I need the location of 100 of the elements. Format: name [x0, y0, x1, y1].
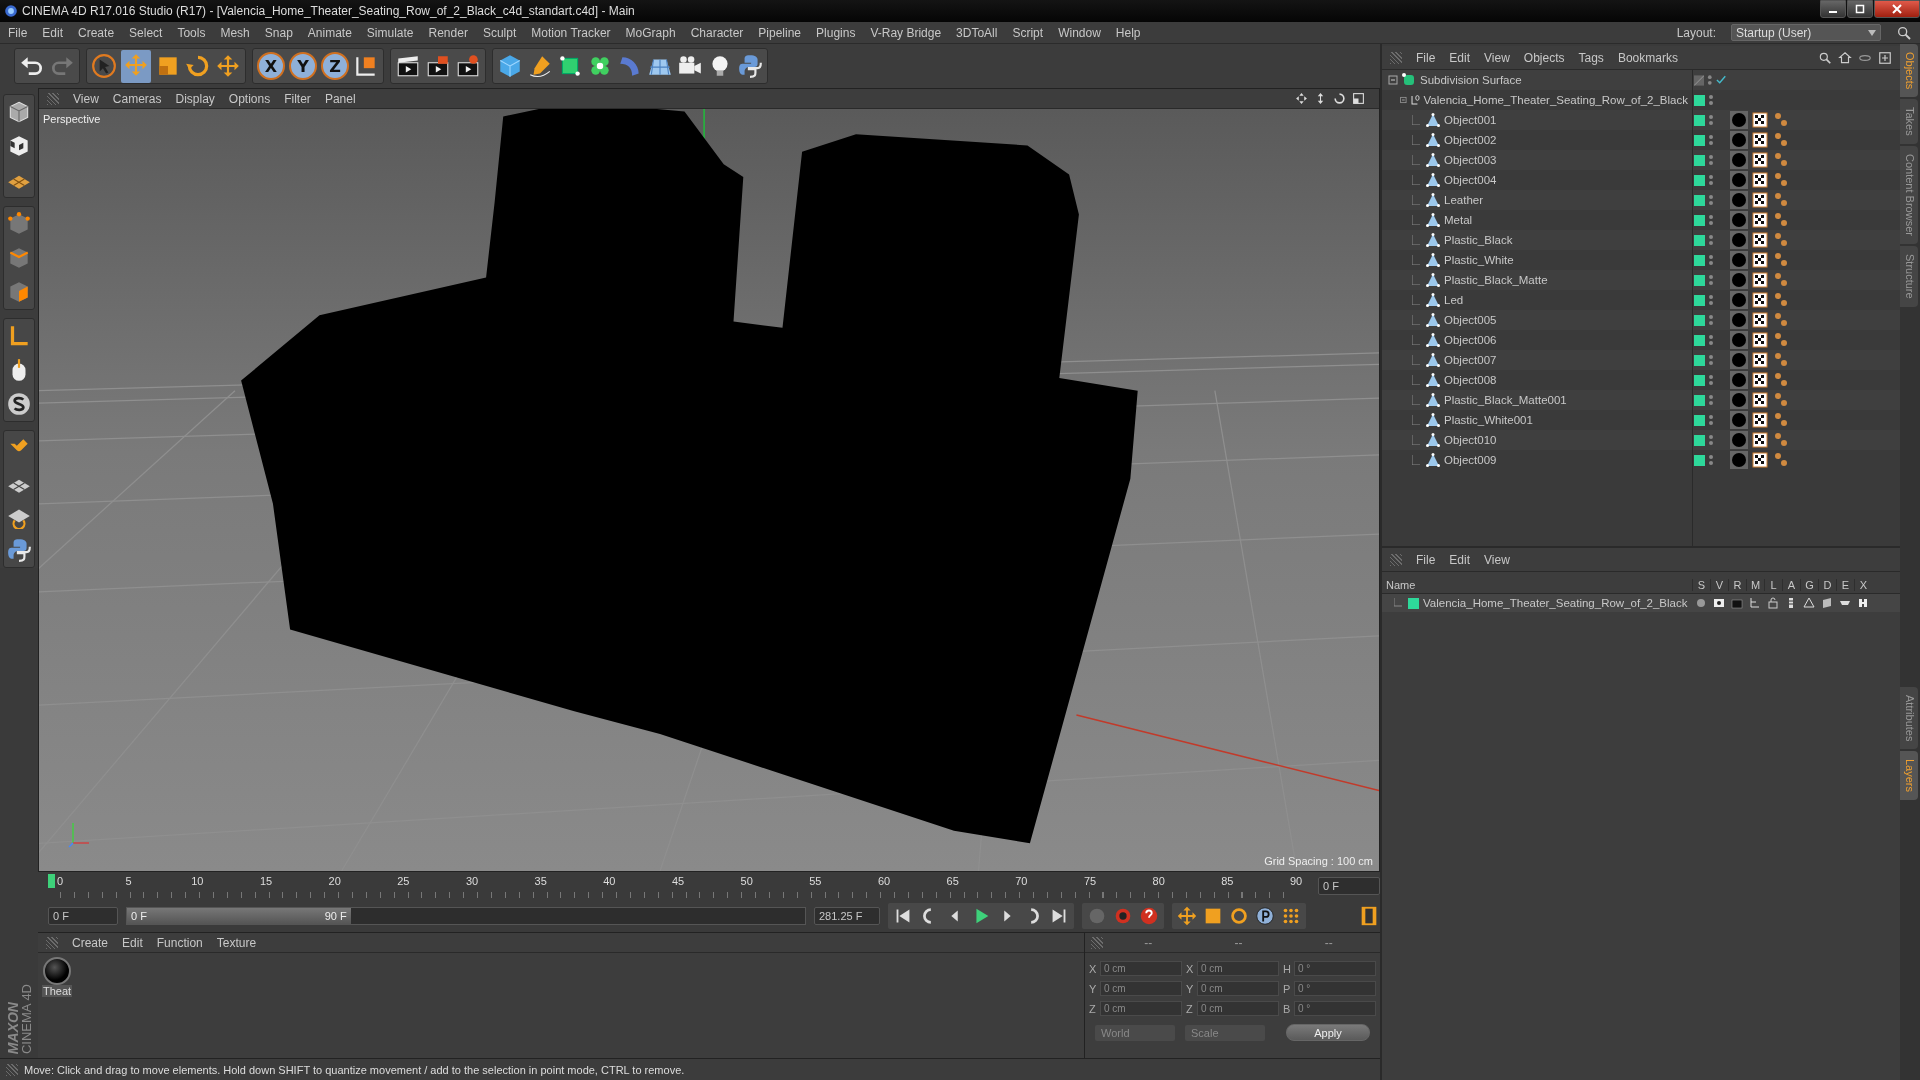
menu-item[interactable]: Character [690, 25, 744, 40]
range-bar[interactable]: 0 F 90 F [127, 908, 351, 924]
visibility-dots-icon[interactable] [1708, 314, 1714, 326]
object-name[interactable]: Object003 [1444, 154, 1497, 166]
coordinate-field[interactable]: 0 cm [1197, 1001, 1279, 1016]
material-tag-icon[interactable] [1730, 391, 1748, 409]
menu-item[interactable]: Objects [1523, 50, 1565, 65]
menu-item[interactable]: Tags [1578, 50, 1604, 65]
menu-item[interactable]: View [1484, 50, 1510, 65]
layer-color-swatch[interactable] [1694, 134, 1705, 146]
menu-item[interactable]: Pipeline [758, 25, 802, 40]
material-tag-icon[interactable] [1730, 371, 1748, 389]
menu-item[interactable]: Edit [42, 25, 64, 40]
visibility-dots-icon[interactable] [1708, 274, 1714, 286]
visibility-dots-icon[interactable] [1708, 414, 1714, 426]
phong-tag-icon[interactable] [1772, 191, 1790, 209]
maximize-button[interactable] [1847, 0, 1873, 18]
material-preview[interactable] [43, 957, 71, 985]
phong-tag-icon[interactable] [1772, 371, 1790, 389]
visibility-dots-icon[interactable] [1708, 394, 1714, 406]
coordinate-field[interactable]: 0 cm [1100, 1001, 1182, 1016]
material-tag-icon[interactable] [1730, 231, 1748, 249]
object-name[interactable]: Object005 [1444, 314, 1497, 326]
phong-tag-icon[interactable] [1772, 311, 1790, 329]
menu-item[interactable]: Render [428, 25, 468, 40]
menu-item[interactable]: MoGraph [625, 25, 676, 40]
python-icon[interactable] [6, 537, 32, 563]
move-key-icon[interactable] [1176, 905, 1198, 927]
phong-tag-icon[interactable] [1772, 231, 1790, 249]
menu-item[interactable]: Options [228, 91, 271, 106]
visibility-dots-icon[interactable] [1708, 234, 1714, 246]
object-name[interactable]: Object006 [1444, 334, 1497, 346]
material-tag-icon[interactable] [1730, 451, 1748, 469]
phong-tag-icon[interactable] [1772, 291, 1790, 309]
material-tag-icon[interactable] [1730, 111, 1748, 129]
generator-icon[interactable] [1803, 597, 1815, 609]
hierarchy-icon[interactable] [1749, 597, 1761, 609]
menu-item[interactable]: Animate [307, 25, 352, 40]
end-frame-field[interactable]: 281.25 F [814, 907, 880, 925]
phong-tag-icon[interactable] [1772, 271, 1790, 289]
parameter-key-icon[interactable] [1254, 905, 1276, 927]
checker-tag-icon[interactable] [1751, 331, 1769, 349]
checker-tag-icon[interactable] [1751, 191, 1769, 209]
layer-color-swatch[interactable] [1694, 174, 1705, 186]
visibility-dots-icon[interactable] [1708, 114, 1714, 126]
checker-tag-icon[interactable] [1751, 251, 1769, 269]
material-tag-icon[interactable] [1730, 171, 1748, 189]
collapse-icon[interactable] [1388, 75, 1398, 85]
layer-color-swatch[interactable] [1694, 434, 1705, 446]
side-tab[interactable]: Attributes [1900, 686, 1918, 750]
coordinate-field[interactable]: 0 cm [1100, 981, 1182, 996]
help-icon[interactable] [1138, 905, 1160, 927]
visibility-dots-icon[interactable] [1708, 214, 1714, 226]
visibility-dots-icon[interactable] [1707, 74, 1713, 86]
layer-color-swatch[interactable] [1694, 214, 1705, 226]
checker-tag-icon[interactable] [1751, 291, 1769, 309]
move-icon[interactable] [215, 53, 241, 79]
visibility-dots-icon[interactable] [1708, 294, 1714, 306]
menu-item[interactable]: Simulate [366, 25, 414, 40]
coordinate-field[interactable]: 0 cm [1197, 961, 1279, 976]
menu-item[interactable]: Bookmarks [1617, 50, 1678, 65]
menu-item[interactable]: Help [1115, 25, 1141, 40]
menu-item[interactable]: Plugins [816, 25, 856, 40]
checker-tag-icon[interactable] [1751, 151, 1769, 169]
coordinate-field[interactable]: 0 cm [1100, 961, 1182, 976]
menu-item[interactable]: File [1416, 50, 1436, 65]
enabled-check-icon[interactable] [1715, 75, 1726, 85]
layer-color-swatch[interactable] [1694, 294, 1705, 306]
phong-tag-icon[interactable] [1772, 411, 1790, 429]
object-name[interactable]: Object002 [1444, 134, 1497, 146]
layer-color-swatch[interactable] [1694, 314, 1705, 326]
rotate-view-icon[interactable] [1333, 92, 1346, 105]
menu-item[interactable]: Edit [122, 935, 143, 950]
rotate-icon[interactable] [185, 53, 211, 79]
side-tab[interactable]: Objects [1900, 44, 1918, 98]
menu-item[interactable]: Edit [1449, 552, 1471, 567]
object-name[interactable]: Object009 [1444, 454, 1497, 466]
object-name[interactable]: Object001 [1444, 114, 1497, 126]
axis-lock-toggle[interactable]: Y [289, 52, 317, 80]
layer-color-swatch[interactable] [1694, 114, 1705, 126]
solo-dot-icon[interactable] [1695, 597, 1707, 609]
menu-item[interactable]: Mesh [220, 25, 250, 40]
visibility-dots-icon[interactable] [1708, 354, 1714, 366]
layer-color-swatch[interactable] [1694, 394, 1705, 406]
menu-item[interactable]: Edit [1449, 50, 1471, 65]
material-tag-icon[interactable] [1730, 151, 1748, 169]
coordinate-field[interactable]: 0 cm [1197, 981, 1279, 996]
object-name[interactable]: Plastic_Black [1444, 234, 1513, 246]
python-icon[interactable] [737, 53, 763, 79]
side-tab[interactable]: Content Browser [1900, 146, 1918, 244]
menu-item[interactable]: File [8, 25, 28, 40]
visibility-dots-icon[interactable] [1708, 174, 1714, 186]
layer-color-swatch[interactable] [1694, 254, 1705, 266]
phong-tag-icon[interactable] [1772, 151, 1790, 169]
side-tab[interactable]: Takes [1900, 99, 1918, 145]
menu-item[interactable]: 3DToAll [956, 25, 998, 40]
visibility-dots-icon[interactable] [1708, 374, 1714, 386]
points-mode-icon[interactable] [6, 211, 32, 237]
layer-unset-icon[interactable] [1694, 74, 1705, 86]
home-icon[interactable] [1838, 50, 1852, 65]
